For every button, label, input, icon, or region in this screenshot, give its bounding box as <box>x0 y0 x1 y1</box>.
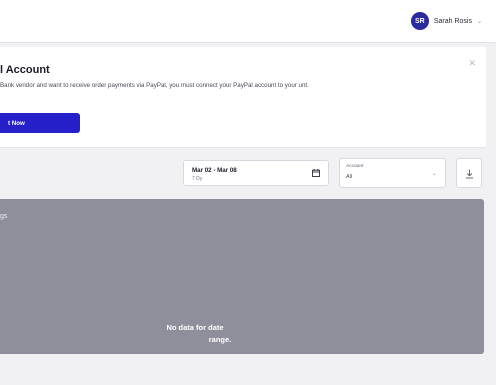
connect-now-button[interactable]: t Now <box>0 113 80 133</box>
download-icon <box>466 169 473 179</box>
chevron-down-icon: ⌄ <box>431 171 437 177</box>
account-value: All <box>346 174 353 180</box>
empty-state-line-2: range. <box>208 335 232 344</box>
user-name: Sarah Rosis <box>433 17 472 25</box>
chevron-down-icon: ⌄ <box>476 18 482 25</box>
download-button[interactable] <box>456 158 482 188</box>
account-label: Account <box>346 164 364 169</box>
notice-body: Bank vendor and want to receive order pa… <box>0 82 309 89</box>
calendar-icon <box>312 169 320 177</box>
date-range-duration: 7 Dy <box>192 176 203 182</box>
date-range-value: Mar 02 - Mar 08 <box>192 167 237 174</box>
connect-paypal-notice: l Account Bank vendor and want to receiv… <box>0 47 486 148</box>
top-bar: SR Sarah Rosis ⌄ <box>0 0 496 43</box>
account-select[interactable]: Account All ⌄ <box>339 158 446 188</box>
notice-title: l Account <box>0 64 50 76</box>
chart-panel: gs No data for date range. <box>0 199 484 354</box>
user-menu[interactable]: SR Sarah Rosis ⌄ <box>410 10 482 32</box>
empty-state-line-1: No data for date <box>166 323 224 332</box>
avatar: SR <box>410 12 429 30</box>
empty-state-message: No data for date range. <box>0 322 390 346</box>
date-range-picker[interactable]: Mar 02 - Mar 08 7 Dy <box>183 160 329 186</box>
panel-title: gs <box>0 213 8 220</box>
page-footer-area <box>0 354 496 385</box>
close-icon[interactable]: ✕ <box>468 58 476 69</box>
